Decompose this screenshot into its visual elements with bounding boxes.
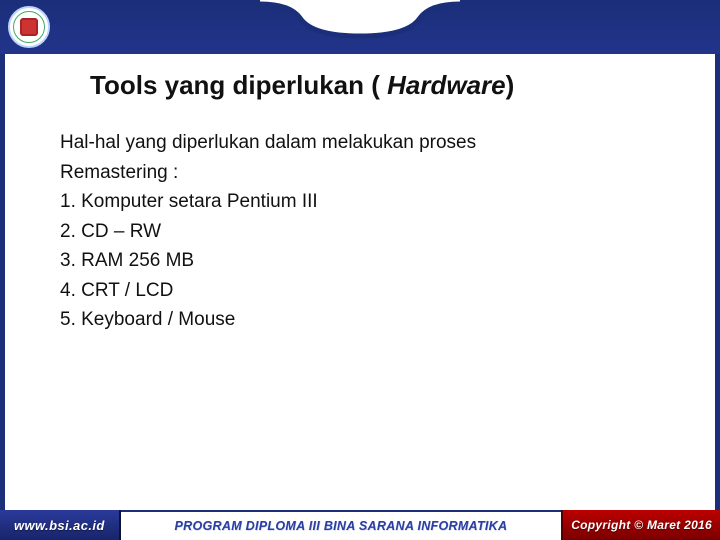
list-item: 3. RAM 256 MB [60, 247, 660, 275]
intro-line-1: Hal-hal yang diperlukan dalam melakukan … [60, 129, 660, 157]
list-item: 2. CD – RW [60, 218, 660, 246]
list-item: 4. CRT / LCD [60, 277, 660, 305]
top-bar [0, 0, 720, 54]
title-prefix: Tools yang diperlukan ( [90, 70, 387, 100]
footer-url: www.bsi.ac.id [0, 510, 121, 540]
footer-bar: www.bsi.ac.id PROGRAM DIPLOMA III BINA S… [0, 510, 720, 540]
list-item: 5. Keyboard / Mouse [60, 306, 660, 334]
title-italic-word: Hardware [387, 70, 506, 100]
footer-copyright: Copyright © Maret 2016 [561, 510, 720, 540]
logo-shield-icon [20, 18, 38, 36]
footer-program: PROGRAM DIPLOMA III BINA SARANA INFORMAT… [121, 510, 562, 540]
intro-line-2: Remastering : [60, 159, 660, 187]
institution-logo [8, 6, 50, 48]
top-notch-decoration [260, 0, 460, 38]
slide-body: Hal-hal yang diperlukan dalam melakukan … [60, 129, 660, 334]
slide-title: Tools yang diperlukan ( Hardware) [90, 70, 660, 101]
list-item: 1. Komputer setara Pentium III [60, 188, 660, 216]
slide-content: Tools yang diperlukan ( Hardware) Hal-ha… [60, 70, 660, 336]
title-suffix: ) [506, 70, 515, 100]
